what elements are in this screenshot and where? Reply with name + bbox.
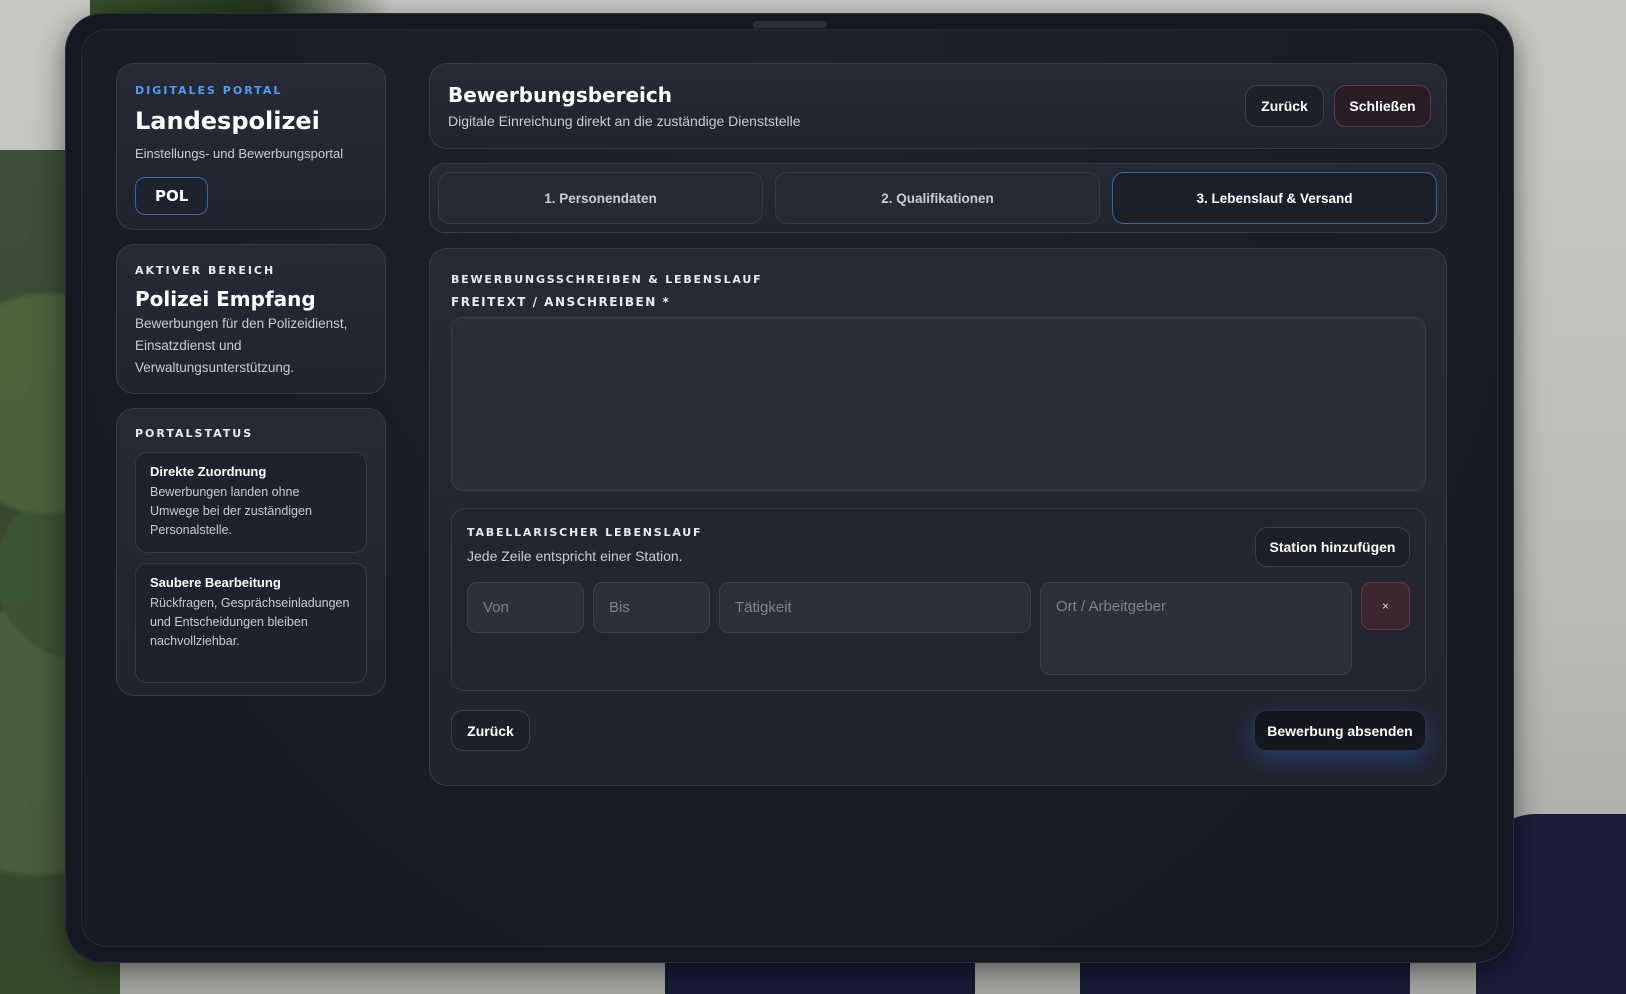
submit-application-button[interactable]: Bewerbung absenden bbox=[1254, 710, 1426, 751]
brand-card: DIGITALES PORTAL Landespolizei Einstellu… bbox=[116, 63, 386, 230]
freetext-textarea[interactable] bbox=[451, 317, 1426, 491]
brand-title: Landespolizei bbox=[135, 107, 320, 135]
application-form-card: BEWERBUNGSSCHREIBEN & LEBENSLAUF FREITEX… bbox=[429, 248, 1447, 786]
tab-personendaten[interactable]: 1. Personendaten bbox=[438, 172, 763, 224]
close-button[interactable]: Schließen bbox=[1334, 85, 1431, 127]
pol-badge: POL bbox=[135, 177, 209, 215]
tablet-screen: DIGITALES PORTAL Landespolizei Einstellu… bbox=[81, 29, 1498, 947]
camera-notch bbox=[753, 21, 827, 28]
add-station-button[interactable]: Station hinzufügen bbox=[1255, 527, 1410, 567]
tab-lebenslauf-versand[interactable]: 3. Lebenslauf & Versand bbox=[1112, 172, 1437, 224]
portal-status-eyebrow: PORTALSTATUS bbox=[135, 427, 254, 440]
header-back-button[interactable]: Zurück bbox=[1245, 85, 1324, 127]
section-title: BEWERBUNGSSCHREIBEN & LEBENSLAUF bbox=[451, 273, 763, 286]
form-back-button[interactable]: Zurück bbox=[451, 710, 530, 751]
status-item: Direkte Zuordnung Bewerbungen landen ohn… bbox=[135, 452, 367, 553]
to-input[interactable]: Bis bbox=[593, 582, 710, 633]
cv-section: TABELLARISCHER LEBENSLAUF Jede Zeile ent… bbox=[451, 508, 1426, 691]
brand-eyebrow: DIGITALES PORTAL bbox=[135, 84, 283, 97]
cv-hint: Jede Zeile entspricht einer Station. bbox=[467, 548, 683, 564]
cv-title: TABELLARISCHER LEBENSLAUF bbox=[467, 526, 703, 539]
active-area-card: AKTIVER BEREICH Polizei Empfang Bewerbun… bbox=[116, 244, 386, 394]
tablet-frame: DIGITALES PORTAL Landespolizei Einstellu… bbox=[65, 13, 1514, 963]
from-input[interactable]: Von bbox=[467, 582, 584, 633]
status-item-description: Bewerbungen landen ohne Umwege bei der z… bbox=[150, 485, 312, 537]
active-area-eyebrow: AKTIVER BEREICH bbox=[135, 264, 276, 277]
status-item-title: Direkte Zuordnung bbox=[150, 464, 267, 479]
employer-input[interactable]: Ort / Arbeitgeber bbox=[1040, 582, 1352, 675]
active-area-title: Polizei Empfang bbox=[135, 287, 316, 311]
activity-input[interactable]: Tätigkeit bbox=[719, 582, 1031, 633]
header-card: Bewerbungsbereich Digitale Einreichung d… bbox=[429, 63, 1447, 149]
freetext-label: FREITEXT / ANSCHREIBEN * bbox=[451, 295, 671, 309]
status-item: Saubere Bearbeitung Rückfragen, Gespräch… bbox=[135, 563, 367, 683]
portal-status-card: PORTALSTATUS Direkte Zuordnung Bewerbung… bbox=[116, 408, 386, 696]
tab-qualifikationen[interactable]: 2. Qualifikationen bbox=[775, 172, 1100, 224]
active-area-description: Bewerbungen für den Polizeidienst, Einsa… bbox=[135, 316, 348, 375]
remove-row-button[interactable]: × bbox=[1361, 582, 1410, 630]
step-tabs: 1. Personendaten 2. Qualifikationen 3. L… bbox=[429, 163, 1447, 233]
brand-subtitle: Einstellungs- und Bewerbungsportal bbox=[135, 146, 344, 161]
background-chair-base bbox=[665, 960, 975, 994]
background-chair-base bbox=[1080, 960, 1410, 994]
status-item-title: Saubere Bearbeitung bbox=[150, 575, 281, 590]
status-item-description: Rückfragen, Gesprächseinladungen und Ent… bbox=[150, 596, 350, 648]
